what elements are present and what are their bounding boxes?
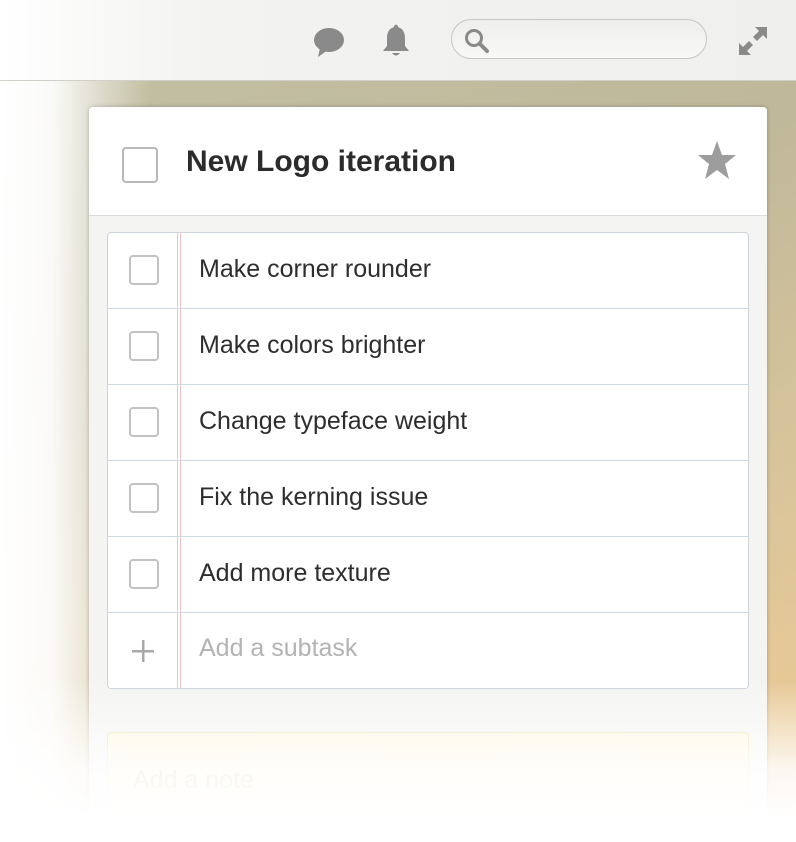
top-toolbar: [0, 0, 796, 81]
chat-bubble-icon[interactable]: [311, 22, 347, 62]
subtask-label[interactable]: Add more texture: [199, 559, 391, 588]
star-icon[interactable]: [696, 139, 738, 181]
plus-icon[interactable]: [131, 639, 155, 663]
task-header: New Logo iteration: [89, 107, 767, 216]
subtask-checkbox[interactable]: [129, 255, 159, 285]
subtask-row[interactable]: Change typeface weight: [108, 385, 748, 461]
subtask-list: Make corner rounder Make colors brighter…: [107, 232, 749, 689]
subtask-row[interactable]: Add more texture: [108, 537, 748, 613]
subtask-label[interactable]: Make colors brighter: [199, 331, 425, 360]
subtask-row[interactable]: Fix the kerning issue: [108, 461, 748, 537]
search-input[interactable]: [494, 26, 698, 54]
subtask-checkbox[interactable]: [129, 483, 159, 513]
search-field[interactable]: [451, 19, 707, 59]
note-placeholder: Add a note: [133, 766, 254, 794]
note-field[interactable]: Add a note: [107, 732, 749, 842]
add-subtask-input[interactable]: Add a subtask: [199, 634, 357, 663]
subtask-checkbox[interactable]: [129, 559, 159, 589]
bell-icon[interactable]: [378, 22, 414, 62]
task-title[interactable]: New Logo iteration: [186, 145, 456, 179]
subtask-checkbox[interactable]: [129, 407, 159, 437]
subtask-checkbox[interactable]: [129, 331, 159, 361]
subtask-label[interactable]: Change typeface weight: [199, 407, 467, 436]
search-icon: [464, 28, 490, 59]
add-subtask-row[interactable]: Add a subtask: [108, 613, 748, 689]
task-detail-panel: New Logo iteration Make corner rounder M…: [89, 107, 767, 842]
subtask-row[interactable]: Make corner rounder: [108, 233, 748, 309]
task-complete-checkbox[interactable]: [122, 147, 158, 183]
subtask-label[interactable]: Make corner rounder: [199, 255, 431, 284]
subtask-label[interactable]: Fix the kerning issue: [199, 483, 428, 512]
subtask-row[interactable]: Make colors brighter: [108, 309, 748, 385]
expand-icon[interactable]: [735, 23, 771, 59]
